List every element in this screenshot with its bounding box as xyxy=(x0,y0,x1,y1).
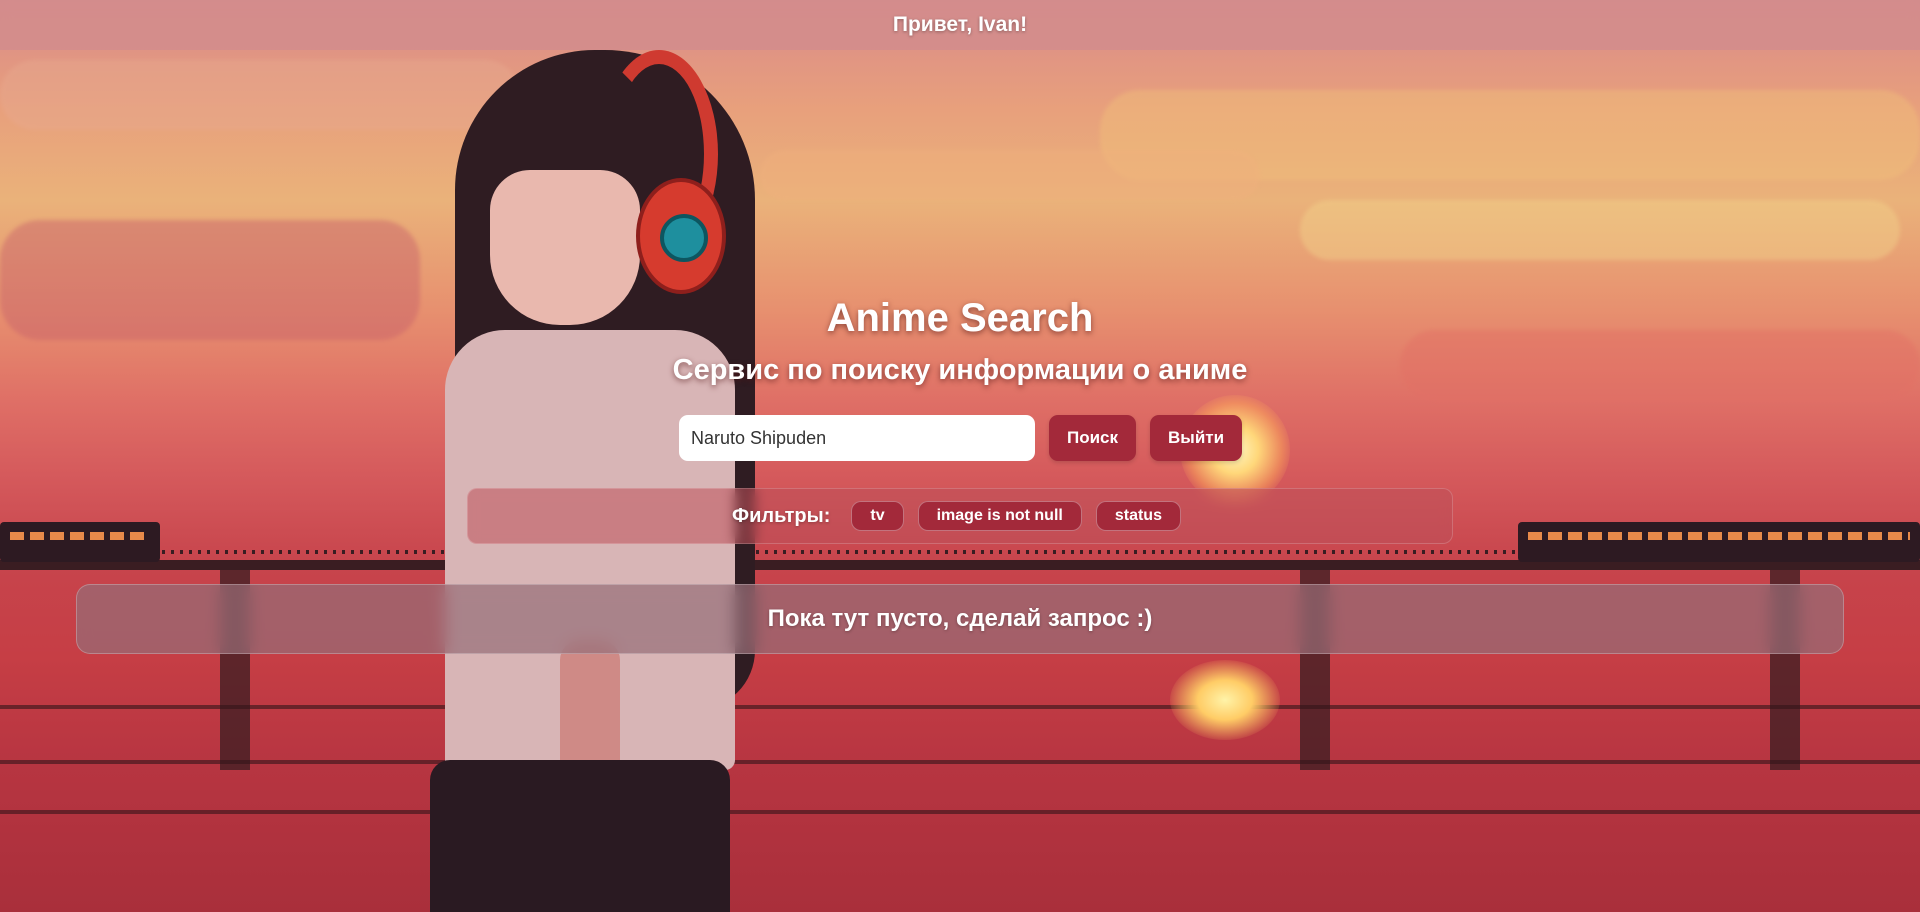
results-panel: Пока тут пусто, сделай запрос :) xyxy=(76,584,1844,654)
logout-button[interactable]: Выйти xyxy=(1150,415,1243,461)
filter-chip-status[interactable]: status xyxy=(1095,501,1181,531)
top-bar: Привет, Ivan! xyxy=(0,0,1920,50)
main-content: Anime Search Сервис по поиску информации… xyxy=(0,0,1920,912)
filter-chip-tv[interactable]: tv xyxy=(851,501,904,531)
search-input[interactable] xyxy=(679,415,1035,461)
search-button[interactable]: Поиск xyxy=(1049,415,1137,461)
page-subtitle: Сервис по поиску информации о аниме xyxy=(672,354,1248,386)
search-row: Поиск Выйти xyxy=(679,415,1243,461)
empty-results-message: Пока тут пусто, сделай запрос :) xyxy=(767,605,1153,632)
page-title: Anime Search xyxy=(826,296,1094,340)
filter-chip-image-not-null[interactable]: image is not null xyxy=(917,501,1082,531)
filters-label: Фильтры: xyxy=(732,504,831,527)
filters-panel: Фильтры: tv image is not null status xyxy=(467,488,1453,544)
greeting-text: Привет, Ivan! xyxy=(892,13,1028,36)
